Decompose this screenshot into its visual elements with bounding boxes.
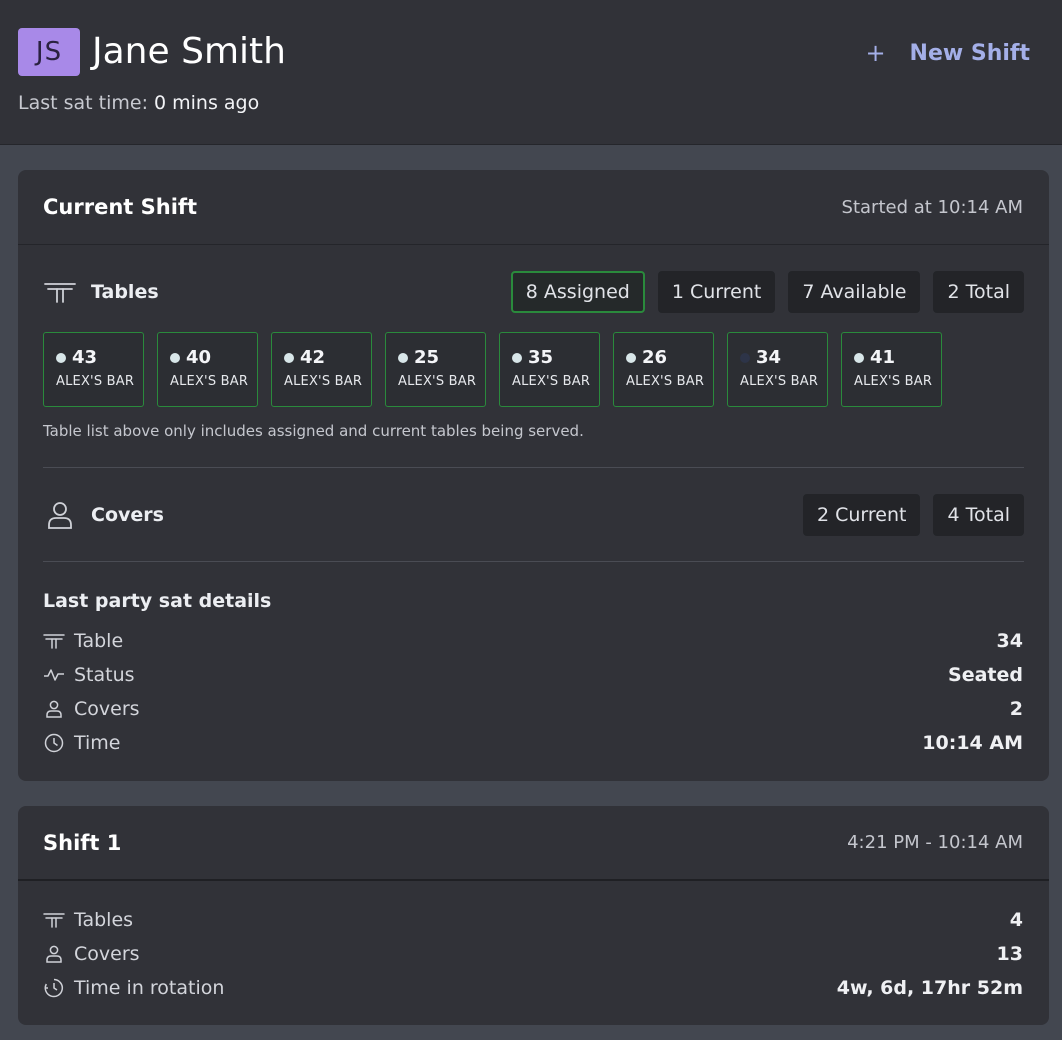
status-dot [398, 352, 408, 363]
table-location: ALEX'S BAR [56, 374, 135, 389]
profile-header: JS Jane Smith + New Shift Last sat time:… [0, 0, 1062, 145]
person-icon [46, 700, 62, 718]
detail-row-covers: Covers 2 [43, 695, 1023, 723]
covers-section: Covers 2 Current 4 Total [43, 493, 1024, 537]
shift-1-title: Shift 1 [43, 830, 122, 855]
divider [43, 561, 1024, 562]
table-icon [43, 634, 65, 649]
table-location: ALEX'S BAR [284, 374, 363, 389]
shift-row-covers: Covers 13 [43, 940, 1023, 968]
shift-row-value: 4w, 6d, 17hr 52m [836, 977, 1023, 999]
table-number: 42 [300, 347, 326, 368]
covers-label-text: Covers [91, 504, 164, 526]
table-icon [43, 913, 65, 928]
table-card[interactable]: 43 ALEX'S BAR [43, 332, 144, 407]
tables-pills: 8 Assigned 1 Current 7 Available 2 Total [510, 271, 1024, 313]
divider [43, 467, 1024, 468]
status-dot [854, 352, 864, 363]
table-card[interactable]: 41 ALEX'S BAR [841, 332, 942, 407]
timer-icon [44, 978, 64, 998]
shift-row-value: 4 [1009, 909, 1023, 931]
detail-value: 2 [1009, 698, 1023, 720]
table-location: ALEX'S BAR [740, 374, 819, 389]
pill-total[interactable]: 2 Total [933, 271, 1024, 313]
table-location: ALEX'S BAR [512, 374, 591, 389]
detail-label: Status [74, 664, 135, 686]
pill-assigned[interactable]: 8 Assigned [510, 271, 645, 313]
person-icon [46, 945, 62, 963]
table-number: 43 [72, 347, 98, 368]
detail-label: Table [74, 630, 124, 652]
shift-1-header: Shift 1 4:21 PM - 10:14 AM [18, 806, 1049, 881]
table-number: 40 [186, 347, 212, 368]
status-dot [626, 352, 636, 363]
detail-row-table: Table 34 [43, 627, 1023, 655]
table-location: ALEX'S BAR [626, 374, 705, 389]
detail-value: 34 [996, 630, 1023, 652]
status-dot [512, 352, 522, 363]
current-shift-title: Current Shift [43, 195, 198, 219]
shift-row-rotation: Time in rotation 4w, 6d, 17hr 52m [43, 974, 1023, 1002]
detail-label: Covers [74, 698, 140, 720]
tables-section: Tables 8 Assigned 1 Current 7 Available … [43, 270, 1024, 314]
shift-row-label: Covers [74, 943, 140, 965]
table-card[interactable]: 40 ALEX'S BAR [157, 332, 258, 407]
table-card[interactable]: 25 ALEX'S BAR [385, 332, 486, 407]
detail-value: Seated [948, 664, 1023, 686]
shift-row-label: Time in rotation [74, 977, 225, 999]
new-shift-label: New Shift [909, 40, 1030, 66]
detail-row-status: Status Seated [43, 661, 1023, 689]
table-number: 26 [642, 347, 668, 368]
status-dot [284, 352, 294, 363]
detail-row-time: Time 10:14 AM [43, 729, 1023, 757]
detail-value: 10:14 AM [922, 732, 1023, 754]
new-shift-button[interactable]: + New Shift [865, 36, 1030, 70]
pill-covers-current[interactable]: 2 Current [802, 494, 921, 536]
avatar: JS [18, 28, 80, 76]
shift-started-time: Started at 10:14 AM [841, 196, 1023, 218]
table-card[interactable]: 35 ALEX'S BAR [499, 332, 600, 407]
tables-note: Table list above only includes assigned … [43, 422, 584, 440]
clock-icon [44, 733, 64, 753]
last-party-title: Last party sat details [43, 590, 272, 612]
table-icon [44, 283, 76, 303]
shift-row-label: Tables [74, 909, 134, 931]
tables-label: Tables [43, 280, 159, 304]
table-number: 35 [528, 347, 554, 368]
last-sat-value: 0 mins ago [153, 92, 260, 114]
last-sat-time: Last sat time: 0 mins ago [18, 92, 259, 114]
table-number: 25 [414, 347, 440, 368]
covers-pills: 2 Current 4 Total [802, 494, 1024, 536]
status-dot [56, 352, 66, 363]
shift-row-value: 13 [996, 943, 1023, 965]
last-sat-label: Last sat time: [18, 92, 148, 114]
plus-icon: + [865, 39, 886, 67]
table-number: 41 [870, 347, 896, 368]
table-card[interactable]: 26 ALEX'S BAR [613, 332, 714, 407]
status-dot [740, 352, 750, 363]
tables-label-text: Tables [91, 281, 159, 303]
table-number: 34 [756, 347, 782, 368]
table-card[interactable]: 34 ALEX'S BAR [727, 332, 828, 407]
table-location: ALEX'S BAR [398, 374, 477, 389]
table-location: ALEX'S BAR [170, 374, 249, 389]
pill-current[interactable]: 1 Current [657, 271, 776, 313]
table-location: ALEX'S BAR [854, 374, 933, 389]
shift-1-range: 4:21 PM - 10:14 AM [847, 832, 1023, 853]
pill-available[interactable]: 7 Available [788, 271, 921, 313]
shift-row-tables: Tables 4 [43, 906, 1023, 934]
current-shift-header: Current Shift Started at 10:14 AM [18, 170, 1049, 245]
server-name: Jane Smith [92, 31, 286, 72]
activity-icon [44, 669, 64, 681]
table-list: 43 ALEX'S BAR 40 ALEX'S BAR 42 ALEX'S BA… [43, 332, 942, 407]
table-card[interactable]: 42 ALEX'S BAR [271, 332, 372, 407]
person-icon [48, 502, 72, 529]
status-dot [170, 352, 180, 363]
pill-covers-total[interactable]: 4 Total [933, 494, 1024, 536]
detail-label: Time [74, 732, 121, 754]
current-shift-card: Current Shift Started at 10:14 AM Tables… [18, 170, 1049, 781]
shift-1-card: Shift 1 4:21 PM - 10:14 AM Tables 4 Cove… [18, 806, 1049, 1025]
covers-label: Covers [43, 500, 164, 530]
